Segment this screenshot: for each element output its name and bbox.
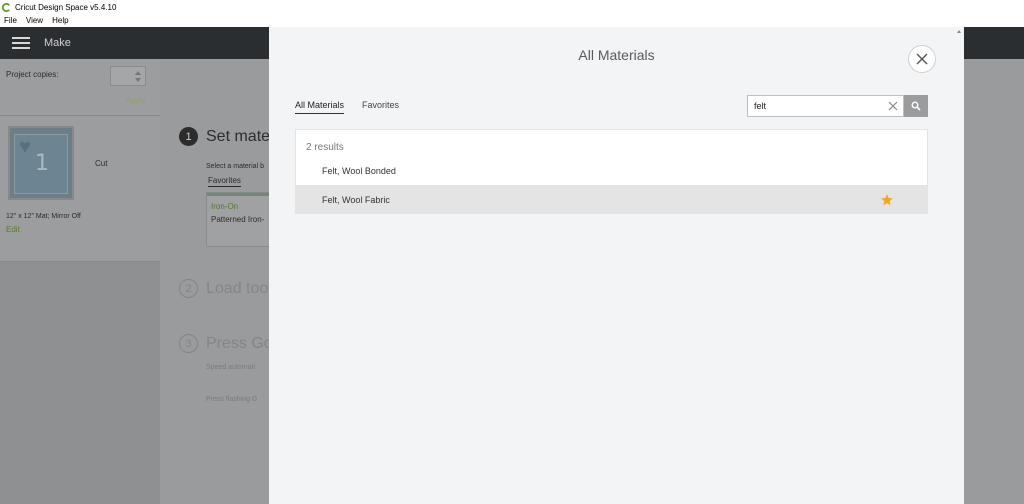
clear-search-icon[interactable]: [887, 100, 899, 112]
material-tabs: All Materials Favorites: [295, 100, 417, 114]
favorites-tab[interactable]: Favorites: [208, 176, 241, 187]
favorite-star-icon[interactable]: [880, 193, 894, 207]
material-card[interactable]: Iron-On Patterned Iron-: [206, 192, 270, 247]
project-copies-stepper[interactable]: [110, 66, 146, 86]
results-list: 2 results Felt, Wool Bonded Felt, Wool F…: [295, 129, 928, 214]
search-input[interactable]: [747, 95, 904, 117]
menu-help[interactable]: Help: [52, 16, 68, 25]
list-item[interactable]: Felt, Wool Fabric: [296, 185, 927, 214]
mat-description: 12" x 12" Mat; Mirror Off: [6, 213, 81, 220]
search-icon: [911, 101, 921, 111]
project-copies-label: Project copies:: [6, 70, 59, 79]
tab-all-materials[interactable]: All Materials: [295, 100, 345, 114]
window-titlebar: Cricut Design Space v5.4.10: [0, 0, 1024, 14]
stepper-up-icon[interactable]: [135, 71, 141, 75]
step-3-line-1: Speed automati: [206, 364, 256, 371]
step-3-line-2: Press flashing G: [206, 396, 258, 403]
step-hint: Select a material b: [206, 163, 264, 170]
step-title: Set mater: [206, 127, 276, 145]
mat-preview: ♥ 1: [14, 134, 68, 194]
step-2: 2 Load too: [179, 279, 268, 298]
stepper-down-icon[interactable]: [135, 78, 141, 82]
material-name: Patterned Iron-: [211, 215, 265, 224]
cricut-logo-icon: [2, 2, 10, 12]
step-title: Press Go: [206, 334, 273, 352]
divider: [0, 115, 160, 116]
menu-file[interactable]: File: [4, 16, 17, 25]
all-materials-modal: All Materials All Materials Favorites 2 …: [269, 27, 964, 504]
material-name: Felt, Wool Fabric: [322, 194, 390, 205]
mat-thumbnail[interactable]: ♥ 1: [8, 126, 74, 200]
app-header-title: Make: [44, 37, 71, 49]
search-button[interactable]: [904, 95, 928, 117]
mat-number: 1: [35, 151, 49, 176]
tab-favorites[interactable]: Favorites: [362, 100, 399, 114]
material-card-accent: [207, 193, 269, 196]
hamburger-menu-icon[interactable]: [12, 37, 30, 50]
results-count: 2 results: [306, 142, 344, 153]
close-button[interactable]: [908, 45, 936, 73]
menu-view[interactable]: View: [26, 16, 43, 25]
modal-title: All Materials: [578, 47, 655, 63]
step-1: 1 Set mater: [179, 127, 275, 146]
edit-button[interactable]: Edit: [6, 225, 20, 234]
menu-bar: File View Help: [0, 14, 1024, 27]
scroll-up-icon[interactable]: [957, 29, 961, 34]
material-name: Felt, Wool Bonded: [322, 165, 396, 176]
window-title: Cricut Design Space v5.4.10: [15, 2, 117, 12]
close-icon: [916, 53, 928, 65]
apply-button[interactable]: Apply: [126, 96, 146, 105]
search-bar: [747, 95, 928, 117]
material-category: Iron-On: [211, 202, 239, 211]
cut-label: Cut: [95, 159, 108, 168]
step-title: Load too: [206, 279, 269, 297]
step-number: 3: [179, 334, 198, 353]
step-number: 2: [179, 279, 198, 298]
step-number: 1: [179, 127, 198, 146]
list-item[interactable]: Felt, Wool Bonded: [296, 156, 927, 185]
step-3: 3 Press Go: [179, 334, 273, 353]
